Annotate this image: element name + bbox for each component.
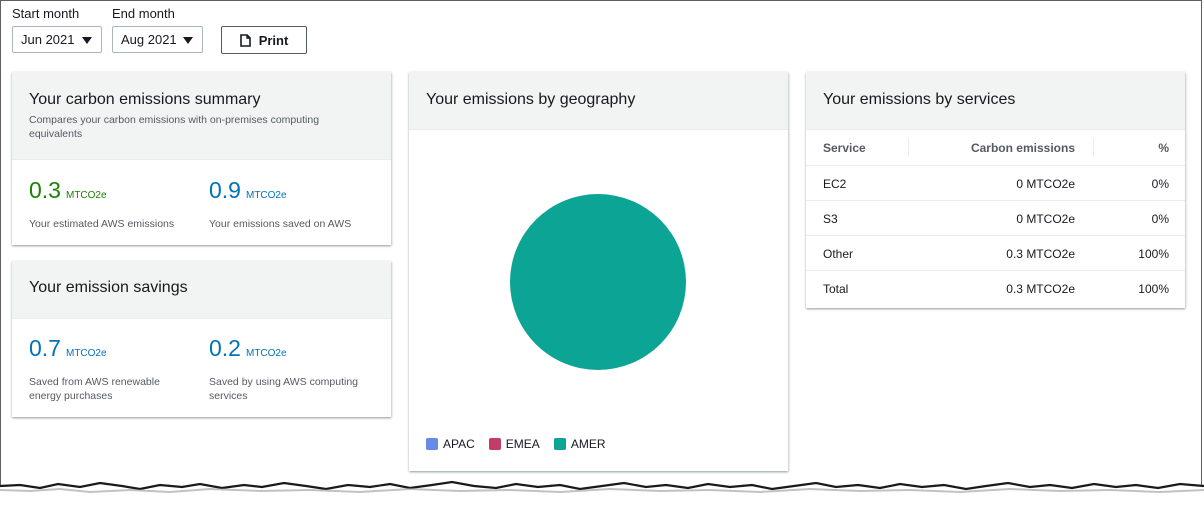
emissions-saved-metric: 0.9 MTCO2e Your emissions saved on AWS (209, 177, 351, 230)
end-month-select[interactable]: Aug 2021 (112, 26, 203, 53)
table-row: Other 0.3 MTCO2e 100% (806, 236, 1185, 271)
computing-savings-metric: 0.2 MTCO2e Saved by using AWS computing s… (209, 335, 358, 402)
card-header: Your carbon emissions summary Compares y… (12, 72, 391, 160)
column-divider (1093, 138, 1094, 156)
torn-edge-decoration (0, 480, 1204, 506)
legend-label: AMER (570, 437, 606, 451)
percent-value: 100% (1138, 247, 1169, 261)
table-header-row: Service Carbon emissions % (806, 130, 1185, 165)
start-month-select[interactable]: Jun 2021 (12, 26, 102, 53)
renewable-savings-metric: 0.7 MTCO2e Saved from AWS renewable energ… (29, 335, 160, 402)
metric-unit: MTCO2e (65, 190, 107, 201)
estimated-emissions-metric: 0.3 MTCO2e Your estimated AWS emissions (29, 177, 174, 230)
percent-value: 0% (1151, 212, 1169, 226)
card-title: Your emissions by services (823, 91, 1016, 108)
legend-label: EMEA (505, 437, 540, 451)
card-title: Your emission savings (29, 279, 188, 296)
metric-description: Your emissions saved on AWS (209, 218, 352, 230)
card-subtitle: Compares your carbon emissions with on-p… (29, 114, 320, 140)
column-divider (908, 138, 909, 156)
card-header: Your emissions by services (806, 72, 1185, 130)
pie-legend: APAC EMEA AMER (426, 437, 605, 451)
metric-description: Saved by using AWS computing services (209, 376, 359, 402)
services-card: Your emissions by services Service Carbo… (806, 72, 1185, 308)
legend-item-amer[interactable]: AMER (553, 437, 606, 451)
metric-unit: MTCO2e (245, 190, 287, 201)
service-name: S3 (823, 212, 838, 226)
service-name: Total (823, 282, 849, 296)
geography-pie-chart (510, 194, 686, 370)
start-month-value: Jun 2021 (21, 32, 75, 47)
table-row: S3 0 MTCO2e 0% (806, 201, 1185, 236)
screenshot-frame: Start month Jun 2021 End month Aug 2021 … (0, 0, 1202, 486)
column-header-carbon[interactable]: Carbon emissions (971, 141, 1075, 155)
carbon-value: 0 MTCO2e (1016, 212, 1075, 226)
caret-down-icon (183, 37, 193, 44)
pie-slice-amer[interactable] (510, 194, 686, 370)
geography-card: Your emissions by geography (409, 72, 788, 471)
metric-value: 0.2 (209, 335, 241, 361)
end-month-label: End month (112, 6, 175, 21)
metric-value: 0.9 (209, 177, 241, 203)
print-label: Print (258, 32, 289, 48)
service-name: EC2 (823, 177, 847, 191)
table-row-total: Total 0.3 MTCO2e 100% (806, 271, 1185, 306)
percent-value: 100% (1138, 282, 1169, 296)
document-icon (239, 33, 251, 47)
metric-description: Your estimated AWS emissions (29, 218, 175, 230)
carbon-value: 0 MTCO2e (1016, 177, 1075, 191)
card-header: Your emission savings (12, 261, 391, 319)
legend-label: APAC (443, 437, 475, 451)
column-header-service[interactable]: Service (823, 141, 866, 155)
metric-unit: MTCO2e (245, 348, 287, 359)
metric-description: Saved from AWS renewable energy purchase… (29, 376, 160, 402)
metric-value: 0.7 (29, 335, 61, 361)
legend-item-emea[interactable]: EMEA (488, 437, 540, 451)
legend-swatch (426, 438, 438, 450)
start-month-label: Start month (12, 6, 80, 21)
percent-value: 0% (1151, 177, 1169, 191)
carbon-value: 0.3 MTCO2e (1006, 282, 1075, 296)
service-name: Other (823, 247, 854, 261)
metric-unit: MTCO2e (65, 348, 107, 359)
emission-savings-card: Your emission savings 0.7 MTCO2e Saved fr… (12, 261, 391, 417)
print-button[interactable]: Print (221, 26, 307, 54)
end-month-value: Aug 2021 (121, 32, 177, 47)
legend-swatch (553, 438, 566, 450)
metric-value: 0.3 (29, 177, 61, 203)
legend-swatch (488, 438, 501, 450)
legend-item-apac[interactable]: APAC (426, 437, 475, 451)
carbon-summary-card: Your carbon emissions summary Compares y… (12, 72, 391, 245)
column-header-percent[interactable]: % (1158, 141, 1169, 155)
card-header: Your emissions by geography (409, 72, 788, 130)
table-row: EC2 0 MTCO2e 0% (806, 166, 1185, 201)
caret-down-icon (82, 37, 92, 44)
card-title: Your emissions by geography (426, 91, 636, 108)
carbon-value: 0.3 MTCO2e (1006, 247, 1075, 261)
card-title: Your carbon emissions summary (29, 91, 261, 108)
